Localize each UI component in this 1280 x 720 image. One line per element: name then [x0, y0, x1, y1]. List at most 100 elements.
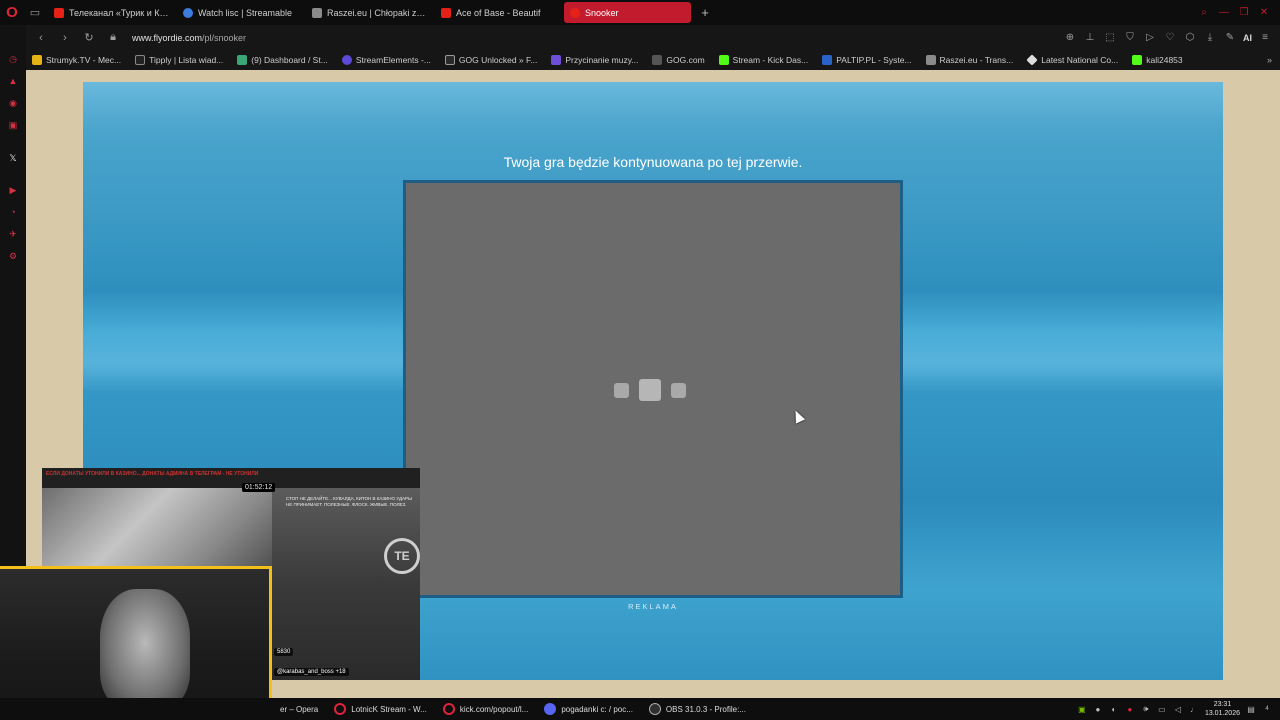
- network-icon[interactable]: ▭: [1157, 704, 1167, 714]
- bookmark-item[interactable]: GOG Unlocked » F...: [439, 55, 545, 65]
- ai-button[interactable]: AI: [1243, 33, 1252, 43]
- settings-icon[interactable]: ⚙: [6, 249, 20, 263]
- opera-logo-icon[interactable]: O: [0, 0, 24, 25]
- menu-icon[interactable]: ≡: [1258, 31, 1272, 45]
- download-icon[interactable]: ⤓: [1203, 31, 1217, 45]
- url-field[interactable]: www.flyordie.com/pl/snooker: [132, 33, 246, 43]
- gog-unlocked-icon: [444, 55, 455, 65]
- forward-icon[interactable]: ›: [56, 28, 74, 48]
- minimize-icon[interactable]: —: [1216, 5, 1232, 21]
- bookmark-item[interactable]: Tipply | Lista wiad...: [129, 55, 231, 65]
- dashboard-icon: [237, 55, 248, 65]
- bookmark-item[interactable]: Przycinanie muzy...: [545, 55, 646, 65]
- restore-icon[interactable]: ❐: [1236, 5, 1252, 21]
- music-cut-icon: [551, 55, 562, 65]
- aria-icon[interactable]: ▲: [6, 74, 20, 88]
- player-icon[interactable]: ▶: [6, 183, 20, 197]
- tab-1[interactable]: Телеканал «Турик и Конь: [48, 2, 175, 23]
- snapshot-icon[interactable]: ⬚: [1103, 31, 1117, 45]
- back-icon[interactable]: ‹: [32, 28, 50, 48]
- tab-3[interactable]: Raszei.eu | Chłopaki z Ra: [306, 2, 433, 23]
- streamelements-icon: [341, 55, 352, 65]
- stream-header: ЕСЛИ ДОНАТЫ УТОНИЛИ В КАЗИНО... ДОНАТЫ А…: [42, 468, 420, 488]
- taskbar-item[interactable]: LotnicK Stream - W...: [326, 698, 435, 720]
- address-bar: ‹ › ↻ 🔒︎ www.flyordie.com/pl/snooker ⊕ ⊥…: [0, 25, 1280, 50]
- bookmarks-more-button[interactable]: »: [1267, 55, 1272, 65]
- clock[interactable]: 23:31 13.01.2026: [1205, 700, 1240, 718]
- system-tray: ▣ ● ◐ ● 🕪︎ ▭ ◁ ♩ 23:31 13.01.2026 ▤ 4: [1077, 698, 1272, 720]
- window-controls: ⌕ — ❐ ✕: [1196, 0, 1280, 25]
- feather-icon: [312, 7, 322, 18]
- webcam-overlay: [0, 566, 272, 720]
- x-icon[interactable]: 𝕏: [6, 151, 20, 165]
- history-icon[interactable]: ◷: [6, 52, 20, 66]
- close-icon[interactable]: ✕: [1256, 5, 1272, 21]
- ad-frame[interactable]: [403, 180, 903, 598]
- new-tab-button[interactable]: +: [695, 2, 715, 23]
- bookmark-item[interactable]: Latest National Co...: [1021, 54, 1126, 66]
- taskbar-item[interactable]: pogadanki c: / poc...: [536, 698, 641, 720]
- bookmark-item[interactable]: GOG.com: [646, 55, 712, 65]
- obs-icon: [648, 703, 661, 715]
- bookmark-item[interactable]: kali24853: [1126, 55, 1190, 65]
- clock-icon[interactable]: ◔: [6, 205, 20, 219]
- play-icon[interactable]: ▷: [1143, 31, 1157, 45]
- taskbar: er – Opera LotnicK Stream - W... kick.co…: [0, 698, 1280, 720]
- stream-logo: TE: [384, 538, 420, 574]
- feather-icon: [925, 55, 936, 65]
- bookmark-item[interactable]: Strumyk.TV - Mec...: [26, 55, 129, 65]
- opera-icon: [334, 703, 347, 715]
- paltip-icon: [822, 55, 833, 65]
- tray-app-icon[interactable]: ●: [1125, 704, 1135, 714]
- taskbar-item[interactable]: OBS 31.0.3 - Profile:...: [641, 698, 754, 720]
- volume-icon[interactable]: 🕪︎: [1141, 704, 1151, 714]
- gog-icon: [652, 55, 663, 65]
- bookmark-item[interactable]: Raszei.eu - Trans...: [920, 55, 1022, 65]
- screen: O ▭ Телеканал «Турик и Конь Watch lisc |…: [0, 0, 1280, 720]
- diamond-icon: [1026, 54, 1038, 66]
- search-tabs-icon[interactable]: ⌕: [1196, 5, 1212, 21]
- reload-icon[interactable]: ↻: [80, 28, 98, 48]
- webcam-person: [100, 589, 190, 709]
- loading-dot: [639, 379, 661, 401]
- tab-4[interactable]: Ace of Base - Beautif: [435, 2, 562, 23]
- address-actions: ⊕ ⊥ ⬚ ⛉ ▷ ♡ ⬡ ⤓ ✎ AI ≡: [1063, 25, 1272, 50]
- messenger-icon[interactable]: ◉: [6, 96, 20, 110]
- bookmark-item[interactable]: Stream - Kick Das...: [713, 55, 817, 65]
- easy-setup-icon[interactable]: ✎: [1223, 31, 1237, 45]
- ad-label: REKLAMA: [628, 602, 678, 611]
- speaker-icon[interactable]: ◁: [1173, 704, 1183, 714]
- heart-icon[interactable]: ♡: [1163, 31, 1177, 45]
- zoom-icon[interactable]: ⊕: [1063, 31, 1077, 45]
- taskbar-item[interactable]: kick.com/popout/l...: [435, 698, 536, 720]
- youtube-icon: [54, 7, 64, 18]
- tray-app-icon[interactable]: ●: [1093, 704, 1103, 714]
- stream-timer: 01:52:12: [242, 483, 276, 492]
- stream-ticker: ЕСЛИ ДОНАТЫ УТОНИЛИ В КАЗИНО... ДОНАТЫ А…: [46, 471, 259, 477]
- kick-icon: [718, 55, 729, 65]
- microphone-icon[interactable]: ♩: [1189, 704, 1199, 714]
- bookmark-item[interactable]: (9) Dashboard / St...: [231, 55, 336, 65]
- opera-icon: [442, 703, 455, 715]
- bookmarks-bar: Strumyk.TV - Mec... Tipply | Lista wiad.…: [26, 50, 1280, 70]
- stream-viewers: 5830: [274, 648, 294, 656]
- tab-bar: O ▭ Телеканал «Турик и Конь Watch lisc |…: [0, 0, 1280, 25]
- discord-icon: [544, 703, 557, 715]
- tab-2[interactable]: Watch lisc | Streamable: [177, 2, 304, 23]
- kick-icon: [1132, 55, 1143, 65]
- pin-icon[interactable]: ⊥: [1083, 31, 1097, 45]
- notifications-icon[interactable]: ▤: [1246, 704, 1256, 714]
- instagram-icon[interactable]: ▣: [6, 118, 20, 132]
- shield-icon[interactable]: ⛉: [1123, 31, 1137, 45]
- taskbar-item[interactable]: er – Opera: [272, 698, 326, 720]
- nvidia-icon[interactable]: ▣: [1077, 704, 1087, 714]
- notification-count: 4: [1265, 706, 1269, 712]
- tab-menu-icon[interactable]: ▭: [24, 0, 46, 25]
- tab-snooker[interactable]: Snooker: [564, 2, 691, 23]
- tray-app-icon[interactable]: ◐: [1109, 704, 1119, 714]
- wallet-icon[interactable]: ✈: [6, 227, 20, 241]
- bookmark-item[interactable]: PALTIP.PL - Syste...: [816, 55, 919, 65]
- extensions-icon[interactable]: ⬡: [1183, 31, 1197, 45]
- loading-indicator: [614, 379, 686, 401]
- bookmark-item[interactable]: StreamElements -...: [336, 55, 439, 65]
